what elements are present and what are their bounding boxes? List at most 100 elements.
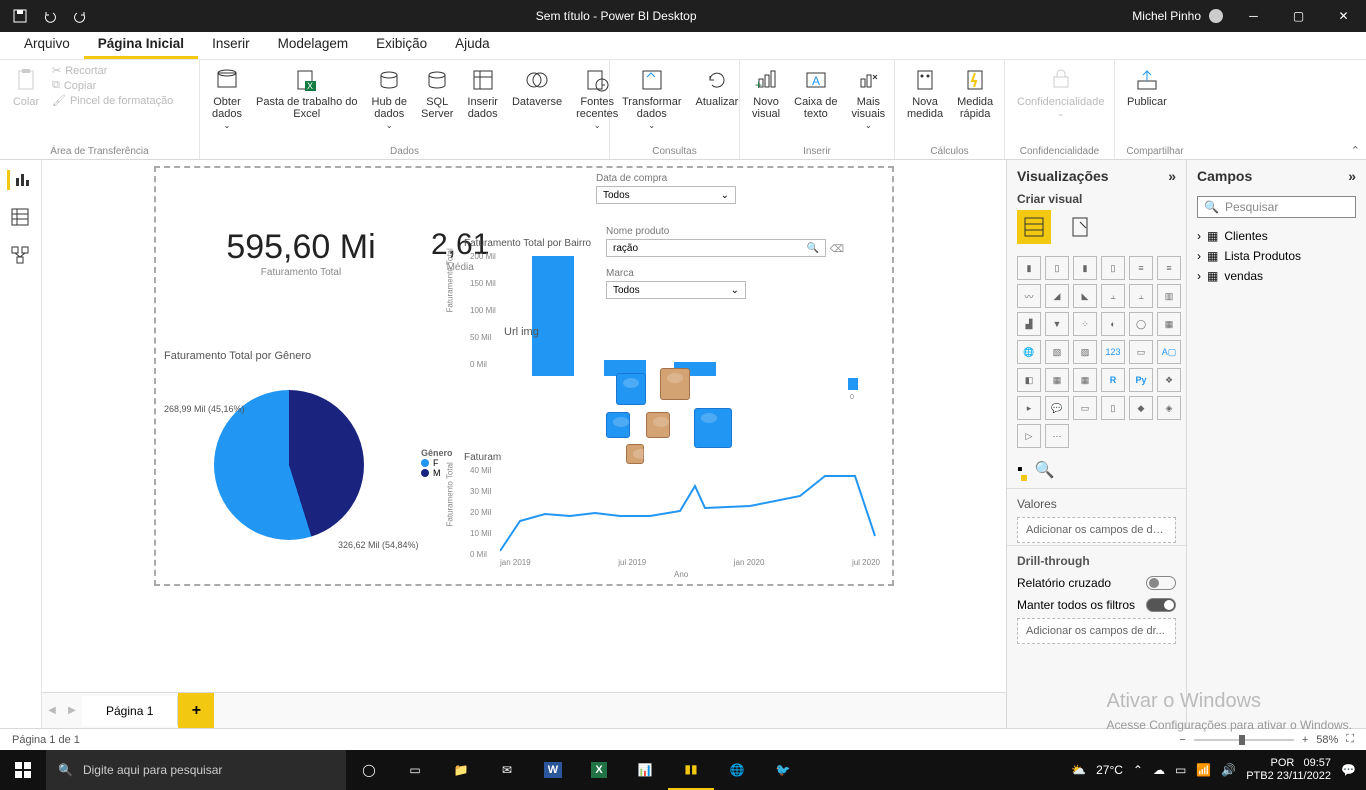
viz-arcgis[interactable]: ▷ <box>1017 424 1041 448</box>
collapse-fields-icon[interactable]: » <box>1348 168 1356 184</box>
slicer-date-dropdown[interactable]: Todos⌄ <box>596 186 736 204</box>
viz-decomposition[interactable]: 💬 <box>1045 396 1069 420</box>
tray-overflow-icon[interactable]: ⌃ <box>1133 763 1143 777</box>
minimize-icon[interactable]: ─ <box>1231 0 1276 32</box>
model-view-icon[interactable] <box>11 246 31 266</box>
viz-100-column[interactable]: ≡ <box>1157 256 1181 280</box>
data-hub-button[interactable]: Hub de dados⌄ <box>370 64 409 133</box>
viz-clustered-column[interactable]: ▯ <box>1101 256 1125 280</box>
cortana-icon[interactable]: ◯ <box>346 750 392 790</box>
maximize-icon[interactable]: ▢ <box>1276 0 1321 32</box>
viz-pie[interactable]: ◐ <box>1101 312 1125 336</box>
zoom-in-icon[interactable]: + <box>1302 734 1308 746</box>
onedrive-icon[interactable]: ☁ <box>1153 763 1165 777</box>
viz-waterfall[interactable]: ▟ <box>1017 312 1041 336</box>
viz-stacked-column[interactable]: ▮ <box>1073 256 1097 280</box>
viz-gauge[interactable]: 123 <box>1101 340 1125 364</box>
clock[interactable]: POR 09:57 PTB2 23/11/2022 <box>1246 757 1331 782</box>
viz-donut[interactable]: ◯ <box>1129 312 1153 336</box>
save-icon[interactable] <box>6 2 34 30</box>
line-visual[interactable]: Faturam Faturamento Total 0 Mil10 Mil20 … <box>464 452 884 582</box>
table-vendas[interactable]: ›▦vendas <box>1195 266 1358 286</box>
close-icon[interactable]: ✕ <box>1321 0 1366 32</box>
clear-slicer-icon[interactable]: ⌫ <box>830 244 844 255</box>
viz-funnel[interactable]: ▼ <box>1045 312 1069 336</box>
report-view-icon[interactable] <box>7 170 27 190</box>
dataverse-button[interactable]: Dataverse <box>510 64 564 110</box>
viz-stacked-area[interactable]: ◣ <box>1073 284 1097 308</box>
viz-card[interactable]: ▭ <box>1129 340 1153 364</box>
battery-icon[interactable]: ▭ <box>1175 763 1186 777</box>
menu-inserir[interactable]: Inserir <box>198 32 264 59</box>
viz-kpi[interactable]: ◧ <box>1017 368 1041 392</box>
avatar[interactable] <box>1209 9 1223 23</box>
viz-clustered-bar[interactable]: ▯ <box>1045 256 1069 280</box>
sql-server-button[interactable]: SQL Server <box>419 64 455 122</box>
viz-more[interactable]: ⋯ <box>1045 424 1069 448</box>
drill-well[interactable]: Adicionar os campos de dr... <box>1017 618 1176 644</box>
add-page-button[interactable]: + <box>178 693 214 729</box>
viz-paginated[interactable]: ◈ <box>1157 396 1181 420</box>
collapse-ribbon-icon[interactable]: ⌃ <box>1351 144 1360 157</box>
viz-table[interactable]: ▦ <box>1073 368 1097 392</box>
viz-scatter[interactable]: ⁘ <box>1073 312 1097 336</box>
viz-line-column[interactable]: ⫠ <box>1101 284 1125 308</box>
weather-icon[interactable]: ⛅ <box>1071 763 1086 777</box>
new-visual-button[interactable]: +Novo visual <box>750 64 782 122</box>
task-view-icon[interactable]: ▭ <box>392 750 438 790</box>
explorer-icon[interactable]: 📁 <box>438 750 484 790</box>
viz-qa[interactable]: ▭ <box>1073 396 1097 420</box>
prev-page-icon[interactable]: ◀ <box>42 693 62 729</box>
collapse-viz-icon[interactable]: » <box>1168 168 1176 184</box>
viz-line-column2[interactable]: ⫠ <box>1129 284 1153 308</box>
canvas-area[interactable]: 595,60 Mi Faturamento Total 2,61 Média D… <box>42 160 1006 728</box>
menu-pagina-inicial[interactable]: Página Inicial <box>84 32 198 59</box>
app2-icon[interactable]: 🐦 <box>760 750 806 790</box>
excel-icon[interactable]: X <box>576 750 622 790</box>
redo-icon[interactable] <box>66 2 94 30</box>
table-lista-produtos[interactable]: ›▦Lista Produtos <box>1195 246 1358 266</box>
undo-icon[interactable] <box>36 2 64 30</box>
table-clientes[interactable]: ›▦Clientes <box>1195 226 1358 246</box>
viz-100-bar[interactable]: ≡ <box>1129 256 1153 280</box>
sound-icon[interactable]: 🔊 <box>1221 763 1236 777</box>
quick-measure-button[interactable]: Medida rápida <box>955 64 995 122</box>
fields-search[interactable]: 🔍 Pesquisar <box>1197 196 1356 218</box>
new-measure-button[interactable]: Nova medida <box>905 64 945 122</box>
values-well[interactable]: Adicionar os campos de da... <box>1017 517 1176 543</box>
word-icon[interactable]: W <box>530 750 576 790</box>
viz-line[interactable]: 〰 <box>1017 284 1041 308</box>
menu-modelagem[interactable]: Modelagem <box>264 32 363 59</box>
taskbar-search[interactable]: 🔍Digite aqui para pesquisar <box>46 750 346 790</box>
drill-mode-icon[interactable]: ▪ <box>1017 461 1023 479</box>
report-canvas[interactable]: 595,60 Mi Faturamento Total 2,61 Média D… <box>154 166 894 586</box>
viz-stacked-bar[interactable]: ▮ <box>1017 256 1041 280</box>
viz-slicer[interactable]: ▦ <box>1045 368 1069 392</box>
viz-narrative[interactable]: ▯ <box>1101 396 1125 420</box>
build-tab-icon[interactable] <box>1017 210 1051 244</box>
viz-r[interactable]: Py <box>1129 368 1153 392</box>
excel-button[interactable]: XPasta de trabalho do Excel <box>254 64 360 122</box>
viz-map[interactable]: 🌐 <box>1017 340 1041 364</box>
get-data-button[interactable]: Obter dados⌄ <box>210 64 244 133</box>
app-icon[interactable]: 📊 <box>622 750 668 790</box>
viz-multi-card[interactable]: A▢ <box>1157 340 1181 364</box>
wifi-icon[interactable]: 📶 <box>1196 763 1211 777</box>
format-tab-icon[interactable] <box>1063 210 1097 244</box>
menu-exibicao[interactable]: Exibição <box>362 32 441 59</box>
refresh-button[interactable]: Atualizar <box>694 64 741 110</box>
enter-data-button[interactable]: Inserir dados <box>465 64 500 122</box>
zoom-out-icon[interactable]: − <box>1179 734 1185 746</box>
viz-shape-map[interactable]: ▨ <box>1073 340 1097 364</box>
transform-data-button[interactable]: Transformar dados⌄ <box>620 64 684 133</box>
viz-filled-map[interactable]: ▧ <box>1045 340 1069 364</box>
fit-page-icon[interactable]: ⛶ <box>1346 733 1354 746</box>
viz-key-influencers[interactable]: ▸ <box>1017 396 1041 420</box>
more-visuals-button[interactable]: Mais visuais⌄ <box>850 64 888 133</box>
notifications-icon[interactable]: 💬 <box>1341 763 1356 777</box>
viz-treemap[interactable]: ▦ <box>1157 312 1181 336</box>
text-box-button[interactable]: ACaixa de texto <box>792 64 839 122</box>
search-viz-icon[interactable]: 🔍 <box>1035 460 1055 480</box>
chrome-icon[interactable]: 🌐 <box>714 750 760 790</box>
viz-matrix[interactable]: R <box>1101 368 1125 392</box>
